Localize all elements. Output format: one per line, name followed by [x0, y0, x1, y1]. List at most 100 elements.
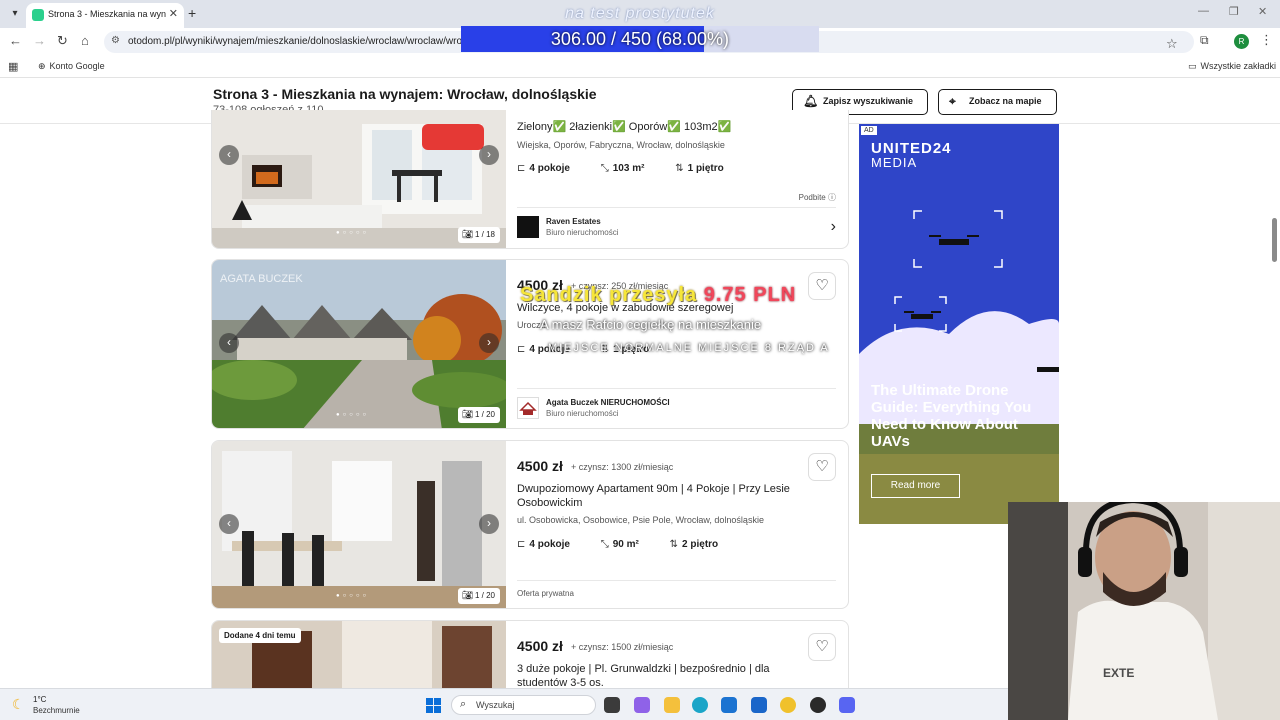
- file-explorer-icon[interactable]: [664, 697, 680, 713]
- tab-search-icon[interactable]: ▾: [6, 5, 24, 23]
- listing-card[interactable]: ‹ › ●○○○○ 📷︎ 1 / 18 Zielony✅ 2łazienki✅ O…: [211, 110, 849, 249]
- area-value: 103 m²: [612, 163, 645, 174]
- goal-title: na test prostytutek: [565, 5, 715, 22]
- agency-watermark: AGATA BUCZEK: [220, 273, 303, 285]
- save-search-label: Zapisz wyszukiwanie: [823, 96, 914, 106]
- site-info-icon[interactable]: ⚙: [111, 35, 120, 46]
- listing-card[interactable]: Dodane 4 dni temu 4500 zł + czynsz: 1500…: [211, 620, 849, 688]
- listing-address: ul. Osobowicka, Osobowice, Psie Pole, Wr…: [517, 515, 764, 525]
- drone-illustration: [859, 124, 1059, 524]
- google-icon: ⊕: [38, 61, 46, 71]
- favorite-heart-icon[interactable]: ♡: [808, 633, 836, 661]
- floor-icon: ⇅: [669, 539, 679, 550]
- donation-goal-bar: 306.00 / 450 (68.00%): [461, 26, 819, 52]
- windows-start-icon[interactable]: [426, 698, 441, 713]
- page-title: Strona 3 - Mieszkania na wynajem: Wrocła…: [213, 86, 597, 102]
- reload-icon[interactable]: ↻: [57, 33, 68, 49]
- carousel-prev-button[interactable]: ‹: [219, 145, 239, 165]
- listing-photo[interactable]: ‹ › ●○○○○ 📷︎ 1 / 18: [212, 110, 506, 248]
- map-pin-icon: ⌖: [949, 94, 956, 108]
- listing-title[interactable]: Zielony✅ 2łazienki✅ Oporów✅ 103m2✅: [517, 120, 807, 134]
- copilot-icon[interactable]: [634, 697, 650, 713]
- weather-temperature[interactable]: 1°C: [33, 695, 46, 704]
- minimize-icon[interactable]: —: [1198, 5, 1209, 17]
- scrollbar-thumb[interactable]: [1272, 218, 1277, 262]
- advertisement[interactable]: AD UNITED24 MEDIA The Ultimate Drone Gui…: [859, 124, 1059, 524]
- svg-text:EXTE: EXTE: [1103, 666, 1134, 680]
- home-icon[interactable]: ⌂: [81, 33, 89, 48]
- apps-grid-icon[interactable]: ▦: [8, 60, 18, 73]
- ad-brand-line2: MEDIA: [871, 155, 918, 170]
- area-icon: ⤡: [600, 539, 609, 550]
- bookmark-google-account[interactable]: ⊕ Konto Google: [38, 61, 105, 72]
- private-offer-label: Oferta prywatna: [517, 589, 574, 598]
- new-tab-icon[interactable]: +: [188, 5, 196, 21]
- close-window-icon[interactable]: ✕: [1258, 5, 1267, 18]
- show-map-label: Zobacz na mapie: [969, 96, 1042, 106]
- favorite-heart-icon[interactable]: ♡: [808, 453, 836, 481]
- listing-card[interactable]: ‹ › ●○○○○ 📷︎ 1 / 20 4500 zł + czynsz: 130…: [211, 440, 849, 609]
- profile-avatar[interactable]: R: [1234, 34, 1249, 49]
- carousel-dots: ●○○○○: [336, 593, 370, 599]
- tab-close-icon[interactable]: ✕: [169, 7, 178, 20]
- restore-icon[interactable]: ❐: [1229, 5, 1239, 18]
- bookmark-star-icon[interactable]: ☆: [1166, 36, 1178, 52]
- store-icon[interactable]: [751, 697, 767, 713]
- listing-facts: ⊏ 4 pokoje ⤡ 90 m² ⇅ 2 piętro: [517, 539, 746, 550]
- new-listing-badge: Dodane 4 dni temu: [219, 628, 301, 643]
- camera-icon: 📷︎: [462, 409, 474, 419]
- agency-name[interactable]: Agata Buczek NIERUCHOMOŚCI: [546, 398, 670, 407]
- agency-type: Biuro nieruchomości: [546, 409, 619, 418]
- url-text[interactable]: otodom.pl/pl/wyniki/wynajem/mieszkanie/d…: [128, 36, 468, 47]
- photo-count-label: 1 / 20: [474, 410, 495, 419]
- carousel-dots: ●○○○○: [336, 230, 370, 236]
- carousel-dots: ●○○○○: [336, 412, 370, 418]
- folder-icon: ▭: [1188, 61, 1197, 71]
- carousel-prev-button[interactable]: ‹: [219, 514, 239, 534]
- listing-photo[interactable]: Dodane 4 dni temu: [212, 621, 506, 688]
- camera-icon: 📷︎: [462, 229, 474, 239]
- show-map-button[interactable]: ⌖ Zobacz na mapie: [938, 89, 1057, 115]
- outlook-icon[interactable]: [721, 697, 737, 713]
- obs-icon[interactable]: [810, 697, 826, 713]
- edge-icon[interactable]: [692, 697, 708, 713]
- divider: [517, 207, 836, 208]
- carousel-next-button[interactable]: ›: [479, 145, 499, 165]
- photo-count-label: 1 / 20: [474, 591, 495, 600]
- listing-title[interactable]: Dwupoziomowy Apartament 90m | 4 Pokoje |…: [517, 482, 807, 510]
- carousel-next-button[interactable]: ›: [479, 514, 499, 534]
- listing-photo[interactable]: AGATA BUCZEK ‹ › ●○○○○ 📷︎ 1 / 20: [212, 260, 506, 428]
- browser-tab[interactable]: Strona 3 - Mieszkania na wynaj ✕: [26, 3, 184, 28]
- photo-count: 📷︎ 1 / 18: [458, 227, 500, 243]
- all-bookmarks[interactable]: ▭ Wszystkie zakładki: [1188, 61, 1276, 72]
- listing-title[interactable]: 3 duże pokoje | Pl. Grunwaldzki | bezpoś…: [517, 662, 807, 688]
- house-logo-icon: [519, 401, 537, 415]
- moon-weather-icon[interactable]: ☾: [12, 696, 25, 713]
- chrome-icon[interactable]: [780, 697, 796, 713]
- rooms-icon: ⊏: [517, 539, 526, 550]
- info-icon[interactable]: ⓘ: [828, 193, 836, 202]
- back-icon[interactable]: ←: [9, 33, 22, 48]
- weather-description[interactable]: Bezchmurnie: [33, 706, 80, 715]
- donation-amount: 9.75 PLN: [703, 284, 797, 306]
- extensions-icon[interactable]: ⧉: [1200, 33, 1209, 48]
- taskbar-search[interactable]: ⌕ Wyszukaj: [451, 695, 596, 715]
- chevron-right-icon[interactable]: ›: [831, 218, 836, 236]
- ad-read-more-button[interactable]: Read more: [871, 474, 960, 498]
- agency-name[interactable]: Raven Estates: [546, 217, 601, 226]
- bell-icon: 🔔︎: [803, 94, 819, 108]
- discord-icon[interactable]: [839, 697, 855, 713]
- forward-icon[interactable]: →: [33, 33, 46, 48]
- browser-menu-icon[interactable]: ⋮: [1260, 32, 1273, 48]
- favorite-heart-icon[interactable]: ♡: [808, 272, 836, 300]
- task-view-icon[interactable]: [604, 697, 620, 713]
- carousel-prev-button[interactable]: ‹: [219, 333, 239, 353]
- listing-rent: + czynsz: 1500 zł/miesiąc: [571, 642, 674, 652]
- floor-value: 2 piętro: [682, 539, 719, 550]
- rooms-value: 4 pokoje: [529, 163, 570, 174]
- donation-name: Sandzik przesyła: [520, 284, 698, 306]
- listing-photo[interactable]: ‹ › ●○○○○ 📷︎ 1 / 20: [212, 441, 506, 608]
- carousel-next-button[interactable]: ›: [479, 333, 499, 353]
- windows-taskbar: ☾ 1°C Bezchmurnie ⌕ Wyszukaj: [0, 688, 1008, 720]
- search-icon: ⌕: [460, 698, 467, 710]
